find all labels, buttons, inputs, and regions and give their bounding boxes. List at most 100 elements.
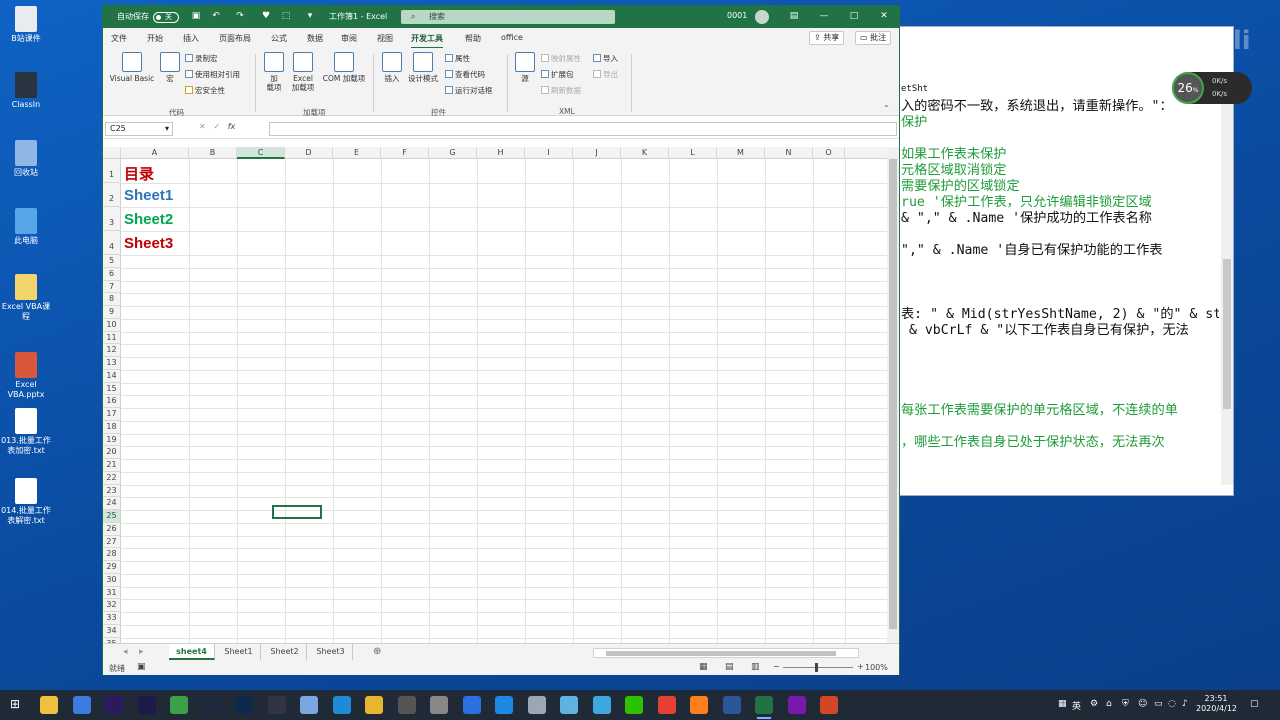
cell-link[interactable]: Sheet3 [124, 235, 173, 252]
cell-link[interactable]: Sheet1 [124, 187, 173, 204]
autosave-toggle[interactable]: 关 [153, 12, 179, 23]
worksheet-grid[interactable]: ABCDEFGHIJKLMNO 1 2 3 4 5 6 7 8 9 10 11 12 13 14 15 16 1… [103, 147, 887, 643]
row-header[interactable]: 14 [103, 369, 121, 383]
enter-icon[interactable]: ✓ [213, 122, 220, 131]
premiere-icon[interactable] [105, 696, 123, 714]
column-header[interactable]: J [573, 147, 621, 159]
column-header[interactable]: B [189, 147, 237, 159]
ime-indicator[interactable]: 英 [1072, 699, 1081, 712]
onenote-icon[interactable] [787, 696, 806, 714]
after-effects-icon[interactable] [137, 696, 156, 714]
cell-link[interactable]: 目录 [124, 163, 154, 184]
addins-button[interactable]: 加 载项 [263, 52, 285, 92]
hscroll-thumb[interactable] [606, 651, 836, 656]
column-header[interactable]: N [765, 147, 813, 159]
macros-button[interactable]: 宏 [159, 52, 181, 83]
add-sheet-icon[interactable]: ⊕ [373, 646, 381, 657]
scroll-thumb[interactable] [889, 159, 897, 629]
fx-icon[interactable]: fx [228, 122, 236, 131]
row-header[interactable]: 13 [103, 357, 121, 370]
search-box[interactable]: ⌕ 搜索 [401, 10, 615, 24]
media-icon[interactable] [462, 696, 481, 714]
next-sheet-icon[interactable]: ▸ [139, 647, 144, 657]
properties-button[interactable]: 属性 [445, 54, 470, 63]
close-icon[interactable]: ✕ [879, 11, 889, 21]
code-line[interactable]: ，哪些工作表自身已处于保护状态，无法再次 [901, 435, 1165, 451]
zoom-in-icon[interactable]: + [857, 662, 864, 671]
share-button[interactable]: ⇪ 共享 [809, 31, 845, 45]
ribbon-tab[interactable]: 帮助 [465, 33, 481, 44]
editor-scroll-thumb[interactable] [1223, 259, 1231, 409]
row-header[interactable]: 31 [103, 586, 121, 600]
column-header[interactable]: L [669, 147, 717, 159]
app-icon[interactable] [72, 696, 91, 714]
page-break-icon[interactable]: ▥ [751, 662, 760, 672]
input-method-icon[interactable]: ⚙ [1090, 699, 1098, 709]
obs-icon[interactable] [267, 696, 286, 714]
publisher-icon[interactable] [332, 696, 351, 714]
row-header[interactable]: 6 [103, 267, 121, 281]
normal-view-icon[interactable]: ▦ [699, 662, 708, 672]
vertical-scrollbar[interactable] [887, 147, 899, 643]
desktop-icon[interactable]: Excel VBA课程 [0, 274, 52, 322]
record-macro-button[interactable]: 录制宏 [185, 54, 218, 63]
row-header[interactable]: 5 [103, 255, 121, 268]
comments-button[interactable]: ▭ 批注 [855, 31, 892, 45]
undo-icon[interactable]: ↶ [211, 11, 221, 21]
zoom-slider[interactable] [783, 663, 853, 672]
horizontal-scrollbar[interactable] [593, 648, 859, 658]
row-header[interactable]: 27 [103, 535, 121, 549]
code-line[interactable]: 需要保护的区域锁定 [901, 179, 1020, 195]
folder-icon[interactable] [365, 696, 383, 714]
save-icon[interactable]: ▣ [191, 11, 201, 21]
desktop-icon[interactable]: 此电脑 [0, 208, 52, 246]
ribbon-tab[interactable]: 审阅 [341, 33, 357, 44]
windows-start-icon[interactable]: ⊞ [10, 697, 20, 711]
avatar[interactable] [755, 10, 769, 24]
row-header[interactable]: 26 [103, 522, 121, 536]
zoom-level[interactable]: 100% [865, 663, 888, 672]
run-dialog-button[interactable]: 运行对话框 [445, 86, 493, 95]
row-header[interactable]: 1 [103, 159, 121, 183]
row-header[interactable]: 3 [103, 207, 121, 231]
sheet-tab[interactable]: Sheet1 [217, 644, 261, 660]
wechat-work-icon[interactable] [592, 696, 611, 714]
import-button[interactable]: 导入 [593, 54, 618, 63]
calculator-icon[interactable] [397, 696, 416, 714]
zoom-out-icon[interactable]: − [773, 662, 780, 671]
view-code-button[interactable]: 查看代码 [445, 70, 485, 79]
row-header[interactable]: 24 [103, 497, 121, 510]
chat-icon[interactable]: ☺ [1138, 699, 1147, 709]
pen-icon[interactable] [560, 696, 578, 714]
ribbon-tab[interactable]: 页面布局 [219, 33, 251, 44]
row-header[interactable]: 16 [103, 395, 121, 408]
column-header[interactable]: M [717, 147, 765, 159]
code-line[interactable]: 保护 [901, 115, 927, 131]
code-line[interactable]: "," & .Name '自身已有保护功能的工作表 [901, 243, 1162, 259]
desktop-icon[interactable]: B站课件 [0, 6, 52, 44]
column-header[interactable]: E [333, 147, 381, 159]
row-header[interactable]: 30 [103, 573, 121, 587]
ribbon-tab[interactable]: office [501, 33, 523, 42]
network-tray-icon[interactable]: ◌ [1168, 699, 1176, 709]
column-header[interactable]: C [237, 147, 285, 159]
notepad-icon[interactable] [527, 696, 546, 714]
relative-reference-button[interactable]: 使用相对引用 [185, 70, 240, 79]
ribbon-tab[interactable]: 开始 [147, 33, 163, 44]
row-header[interactable]: 11 [103, 331, 121, 345]
xml-source-button[interactable]: 源 [513, 52, 537, 83]
row-header[interactable]: 7 [103, 280, 121, 294]
word-icon[interactable] [722, 696, 741, 714]
ribbon-tab[interactable]: 数据 [307, 33, 323, 44]
code-line[interactable]: 元格区域取消锁定 [901, 163, 1007, 179]
column-header[interactable]: A [121, 147, 189, 159]
excel-icon[interactable] [755, 696, 773, 719]
page-layout-icon[interactable]: ▤ [725, 662, 734, 672]
code-line[interactable]: 如果工作表未保护 [901, 147, 1007, 163]
row-header[interactable]: 29 [103, 561, 121, 574]
code-line[interactable]: & "," & .Name '保护成功的工作表名称 [901, 211, 1152, 227]
volume-icon[interactable]: ♪ [1182, 699, 1188, 709]
column-header[interactable]: D [285, 147, 333, 159]
row-header[interactable]: 2 [103, 183, 121, 207]
design-mode-button[interactable]: 设计模式 [405, 52, 441, 83]
